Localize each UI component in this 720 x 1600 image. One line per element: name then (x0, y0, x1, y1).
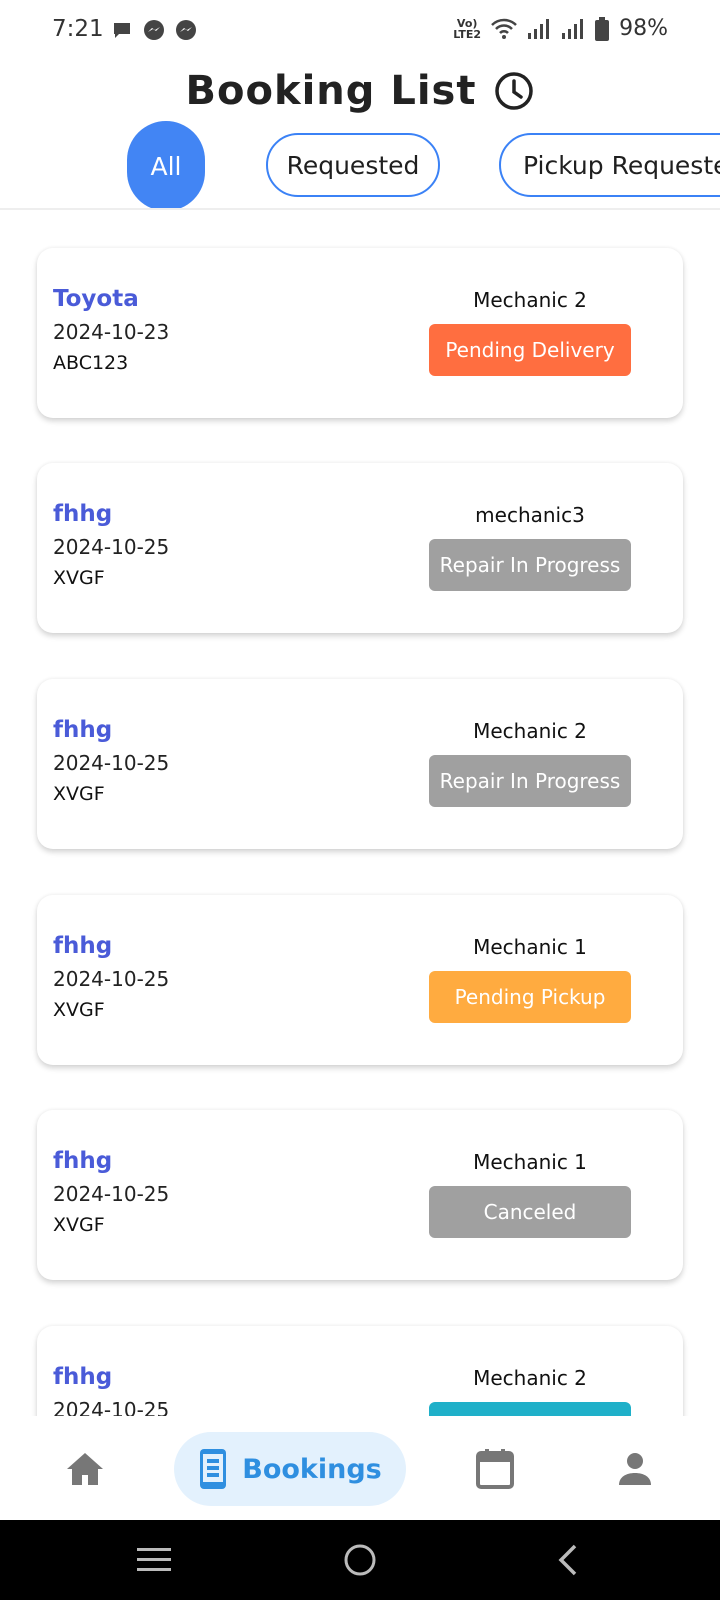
battery-icon (595, 16, 610, 41)
nav-profile[interactable] (602, 1432, 668, 1506)
filter-tabs: All Requested Pickup Requeste (0, 120, 720, 210)
license-plate: XVGF (53, 783, 105, 805)
car-name: fhhg (53, 501, 113, 527)
booking-date: 2024-10-25 (53, 1182, 170, 1206)
back-button[interactable] (548, 1540, 588, 1580)
status-badge (429, 1402, 631, 1416)
chat-bubble-icon (114, 23, 130, 38)
status-badge: Pending Pickup (429, 971, 631, 1023)
person-icon (619, 1453, 651, 1485)
booking-card[interactable]: fhhg 2024-10-25 XVGF mechanic3 Repair In… (37, 463, 683, 633)
wifi-icon (491, 18, 517, 39)
booking-card[interactable]: fhhg 2024-10-25 XVGF Mechanic 1 Pending … (37, 895, 683, 1065)
booking-card[interactable]: fhhg 2024-10-25 XVGF Mechanic 1 Canceled (37, 1110, 683, 1280)
status-indicators: Vo) LTE2 98% (453, 16, 668, 41)
header: Booking List (0, 62, 720, 120)
booking-date: 2024-10-23 (53, 320, 170, 344)
nav-bookings-label: Bookings (242, 1453, 382, 1485)
license-plate: XVGF (53, 567, 105, 589)
status-badge: Repair In Progress (429, 755, 631, 807)
booking-card[interactable]: fhhg 2024-10-25 Mechanic 2 (37, 1326, 683, 1416)
notification-icons (110, 18, 198, 42)
license-plate: XVGF (53, 999, 105, 1021)
license-plate: XVGF (53, 1214, 105, 1236)
booking-phone-icon (200, 1449, 227, 1489)
tab-all[interactable]: All (127, 121, 205, 208)
tab-label: Pickup Requeste (523, 150, 720, 180)
status-bar: 7:21 Vo) LTE2 98% (0, 0, 720, 62)
calendar-icon (476, 1449, 514, 1489)
car-name: fhhg (53, 1364, 113, 1390)
status-label: Canceled (483, 1200, 577, 1224)
status-label: Pending Pickup (454, 985, 606, 1009)
tab-label: All (150, 151, 182, 181)
bottom-navigation: Bookings (0, 1416, 720, 1520)
clock-icon[interactable] (494, 71, 534, 111)
status-label: Pending Delivery (445, 338, 615, 362)
booking-date: 2024-10-25 (53, 751, 170, 775)
license-plate: ABC123 (53, 352, 129, 374)
status-time: 7:21 (52, 16, 104, 42)
mechanic-name: Mechanic 2 (473, 1366, 587, 1390)
car-name: fhhg (53, 1148, 113, 1174)
booking-date: 2024-10-25 (53, 1398, 170, 1416)
messenger-icon (176, 20, 196, 40)
booking-date: 2024-10-25 (53, 535, 170, 559)
home-icon (67, 1453, 103, 1485)
car-name: fhhg (53, 717, 113, 743)
booking-card[interactable]: Toyota 2024-10-23 ABC123 Mechanic 2 Pend… (37, 248, 683, 418)
status-badge: Canceled (429, 1186, 631, 1238)
menu-icon (137, 1548, 171, 1571)
battery-percent: 98% (619, 16, 668, 41)
page-title: Booking List (185, 68, 477, 114)
tab-label: Requested (286, 150, 420, 180)
status-badge: Repair In Progress (429, 539, 631, 591)
signal-icon (562, 18, 584, 39)
nav-home[interactable] (52, 1432, 118, 1506)
mechanic-name: Mechanic 1 (473, 935, 587, 959)
home-button[interactable] (340, 1540, 380, 1580)
status-label: Repair In Progress (439, 769, 621, 793)
booking-list: Toyota 2024-10-23 ABC123 Mechanic 2 Pend… (0, 210, 720, 1416)
volte-indicator: Vo) LTE2 (453, 16, 482, 41)
system-navigation (0, 1520, 720, 1600)
nav-calendar[interactable] (462, 1432, 528, 1506)
status-badge: Pending Delivery (429, 324, 631, 376)
signal-icon (528, 18, 550, 39)
recent-apps-button[interactable] (134, 1540, 174, 1580)
home-circle-icon (344, 1544, 376, 1576)
back-icon (558, 1544, 577, 1576)
tab-pickup-requested[interactable]: Pickup Requeste (499, 133, 720, 197)
mechanic-name: mechanic3 (475, 503, 585, 527)
mechanic-name: Mechanic 2 (473, 288, 587, 312)
mechanic-name: Mechanic 1 (473, 1150, 587, 1174)
booking-card[interactable]: fhhg 2024-10-25 XVGF Mechanic 2 Repair I… (37, 679, 683, 849)
status-label: Repair In Progress (439, 553, 621, 577)
messenger-icon (144, 20, 164, 40)
booking-date: 2024-10-25 (53, 967, 170, 991)
tab-requested[interactable]: Requested (266, 133, 440, 197)
mechanic-name: Mechanic 2 (473, 719, 587, 743)
car-name: fhhg (53, 933, 113, 959)
nav-bookings[interactable]: Bookings (174, 1432, 406, 1506)
car-name: Toyota (53, 286, 139, 312)
